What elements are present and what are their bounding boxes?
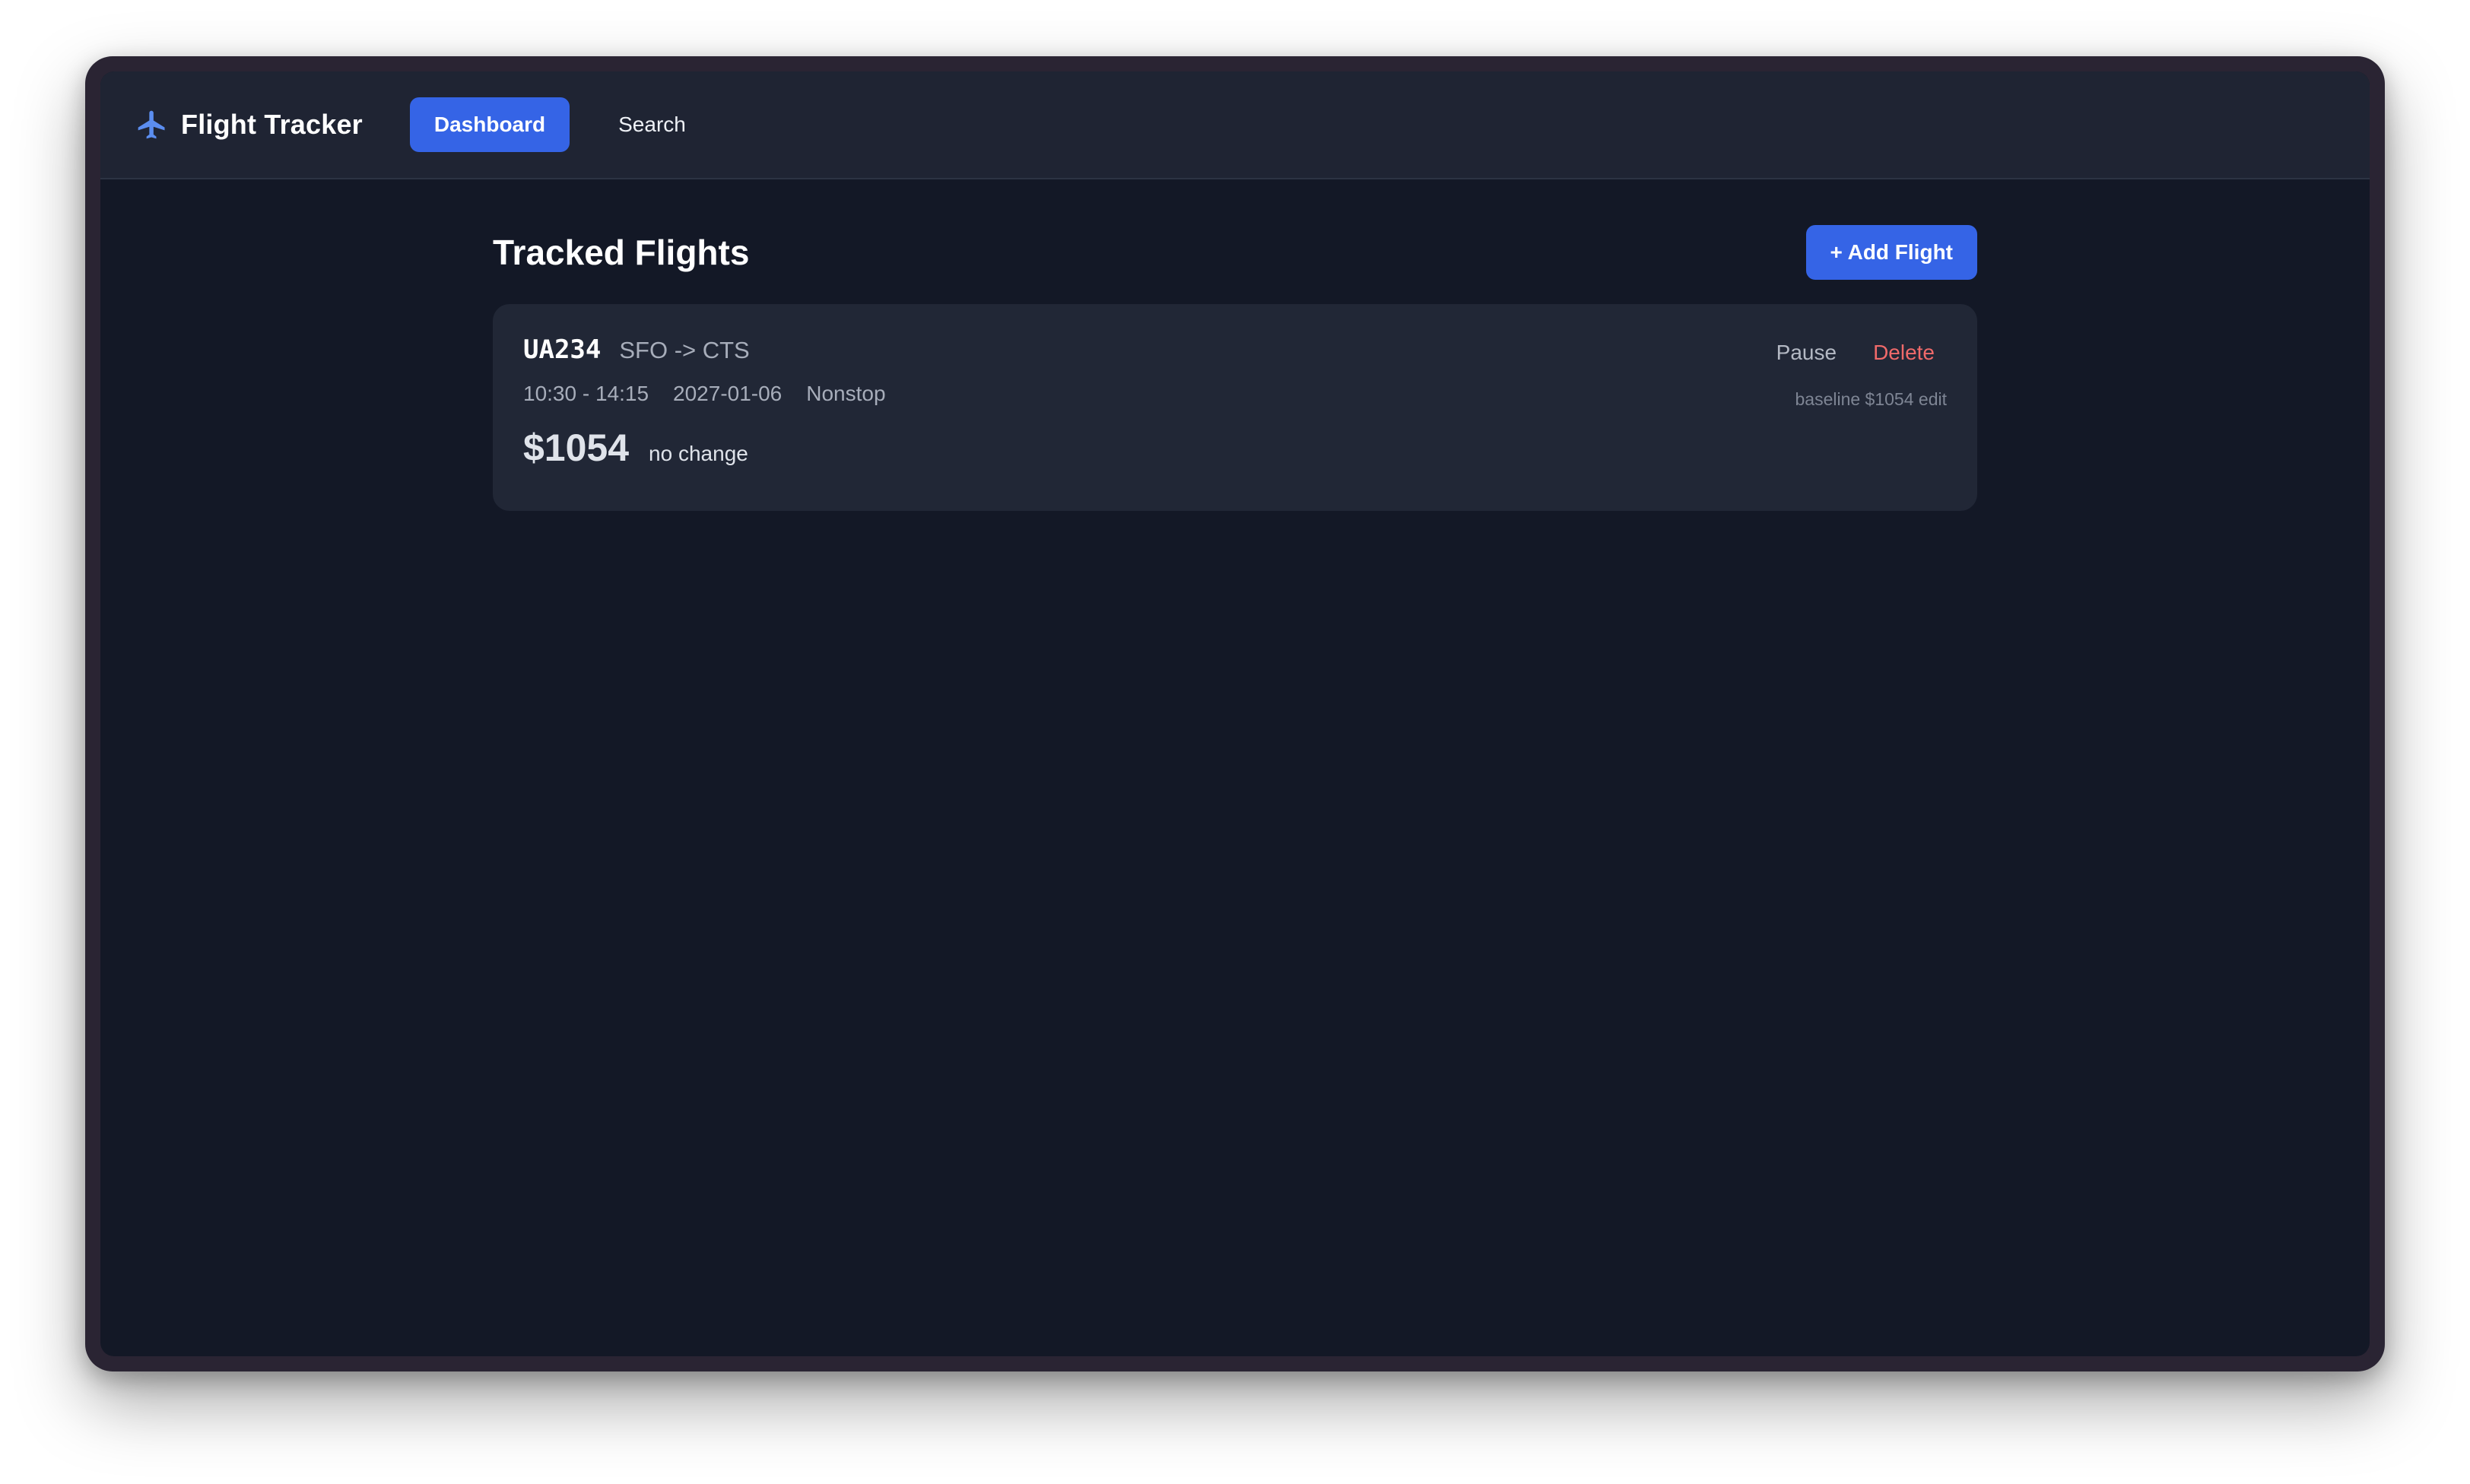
baseline-info: baseline $1054 edit xyxy=(1795,389,1947,410)
app-title: Flight Tracker xyxy=(181,109,363,140)
add-flight-button[interactable]: + Add Flight xyxy=(1805,225,1977,280)
flight-actions: Pause Delete xyxy=(1776,341,1935,365)
flight-time: 10:30 - 14:15 xyxy=(523,382,649,405)
app-container: Flight Tracker Dashboard Search Tracked … xyxy=(100,71,2370,1356)
flight-details: 10:30 - 14:15 2027-01-06 Nonstop xyxy=(523,382,1947,406)
flight-header: UA234 SFO -> CTS xyxy=(523,335,1947,365)
price-change: no change xyxy=(649,442,748,465)
app-window: Flight Tracker Dashboard Search Tracked … xyxy=(85,56,2385,1371)
flight-price: $1054 xyxy=(523,426,630,469)
flight-price-row: $1054 no change xyxy=(523,426,1947,470)
brand[interactable]: Flight Tracker xyxy=(135,108,363,141)
main-header: Tracked Flights + Add Flight xyxy=(493,225,1977,280)
pause-button[interactable]: Pause xyxy=(1776,341,1837,365)
nav-dashboard-button[interactable]: Dashboard xyxy=(409,97,570,152)
main-content: Tracked Flights + Add Flight UA234 SFO -… xyxy=(493,179,1977,511)
flight-stops: Nonstop xyxy=(806,382,886,405)
flight-number: UA234 xyxy=(523,335,602,365)
flight-date: 2027-01-06 xyxy=(673,382,783,405)
airplane-icon xyxy=(135,108,169,141)
desktop: Flight Tracker Dashboard Search Tracked … xyxy=(0,0,2470,1484)
top-navbar: Flight Tracker Dashboard Search xyxy=(100,71,2370,179)
flight-route: SFO -> CTS xyxy=(619,337,750,363)
delete-button[interactable]: Delete xyxy=(1873,341,1935,365)
edit-baseline-link[interactable]: edit xyxy=(1919,389,1947,409)
nav-search-button[interactable]: Search xyxy=(594,97,710,152)
flight-card: UA234 SFO -> CTS 10:30 - 14:15 2027-01-0… xyxy=(493,304,1977,511)
page-title: Tracked Flights xyxy=(493,233,750,272)
baseline-price: baseline $1054 xyxy=(1795,389,1914,409)
